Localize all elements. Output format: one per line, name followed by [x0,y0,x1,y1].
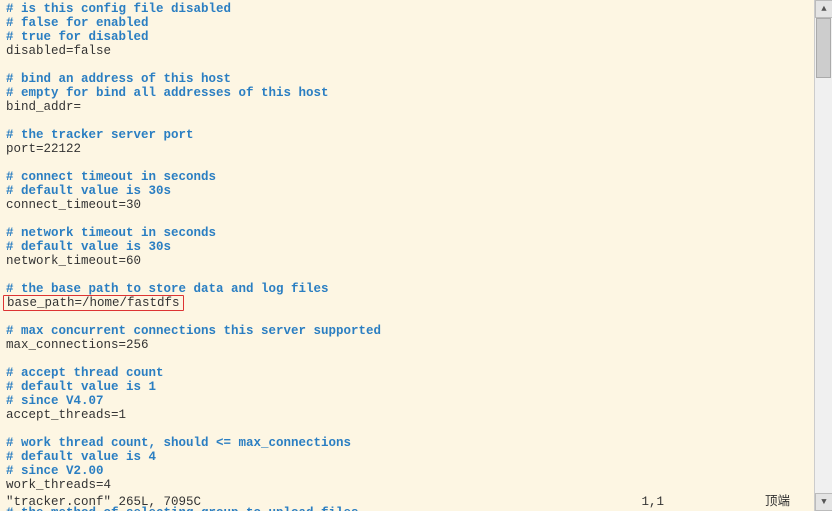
comment-line: # connect timeout in seconds [6,170,814,184]
comment-line: # max concurrent connections this server… [6,324,814,338]
config-line: accept_threads=1 [6,408,814,422]
comment-line: # default value is 30s [6,240,814,254]
config-line: port=22122 [6,142,814,156]
config-line: work_threads=4 [6,478,814,492]
scrollbar-track[interactable] [815,18,832,493]
status-location: 顶端 [765,495,790,509]
status-filename: "tracker.conf" 265L, 7095C [6,495,201,509]
status-cursor-position: 1,1 [641,495,664,509]
config-line: network_timeout=60 [6,254,814,268]
comment-line: # since V2.00 [6,464,814,478]
comment-line: # since V4.07 [6,394,814,408]
comment-line: # network timeout in seconds [6,226,814,240]
status-bar: "tracker.conf" 265L, 7095C 1,1 顶端 [6,495,814,509]
vertical-scrollbar[interactable]: ▲ ▼ [814,0,832,511]
blank-line [6,58,814,72]
scrollbar-thumb[interactable] [816,18,831,78]
config-line: disabled=false [6,44,814,58]
blank-line [6,422,814,436]
config-line: base_path=/home/fastdfs [6,296,814,310]
comment-line: # default value is 4 [6,450,814,464]
scroll-down-button[interactable]: ▼ [815,493,832,511]
comment-line: # is this config file disabled [6,2,814,16]
comment-line: # false for enabled [6,16,814,30]
blank-line [6,310,814,324]
comment-line: # accept thread count [6,366,814,380]
blank-line [6,212,814,226]
comment-line: # default value is 30s [6,184,814,198]
scroll-up-button[interactable]: ▲ [815,0,832,18]
config-line: bind_addr= [6,100,814,114]
comment-line: # default value is 1 [6,380,814,394]
blank-line [6,268,814,282]
comment-line: # empty for bind all addresses of this h… [6,86,814,100]
blank-line [6,114,814,128]
config-line: max_connections=256 [6,338,814,352]
comment-line: # true for disabled [6,30,814,44]
comment-line: # the base path to store data and log fi… [6,282,814,296]
comment-line: # work thread count, should <= max_conne… [6,436,814,450]
blank-line [6,352,814,366]
arrow-up-icon: ▲ [821,2,826,16]
comment-line: # bind an address of this host [6,72,814,86]
blank-line [6,156,814,170]
comment-line: # the tracker server port [6,128,814,142]
arrow-down-icon: ▼ [821,495,826,509]
highlighted-config-line: base_path=/home/fastdfs [3,295,184,311]
config-line: connect_timeout=30 [6,198,814,212]
editor-viewport: # is this config file disabled# false fo… [0,0,814,511]
